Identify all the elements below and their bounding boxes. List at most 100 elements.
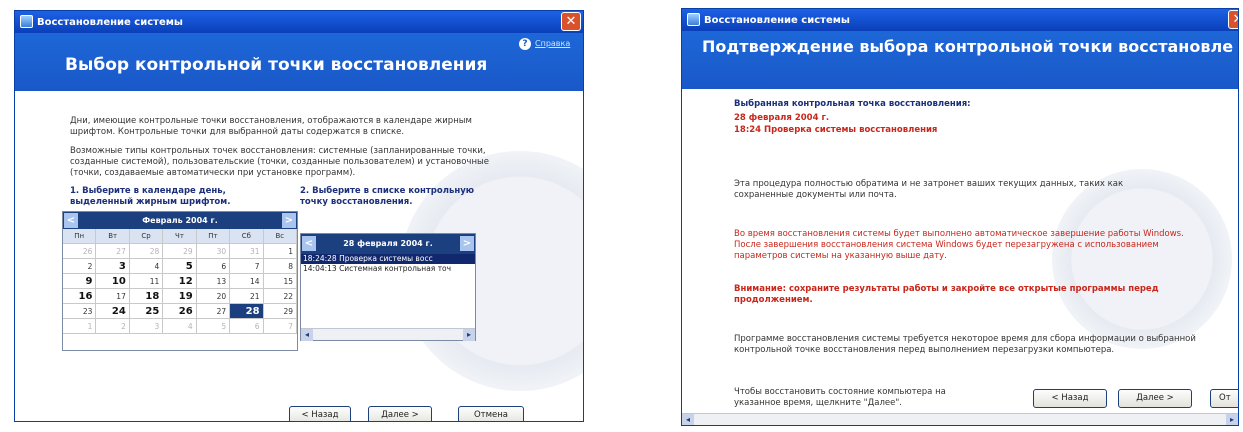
calendar-day[interactable]: 15 bbox=[263, 274, 297, 289]
calendar-day[interactable]: 20 bbox=[196, 289, 231, 304]
next-day-arrow-icon[interactable]: > bbox=[460, 236, 474, 251]
system-restore-icon bbox=[687, 13, 700, 26]
calendar-day[interactable]: 7 bbox=[230, 259, 264, 274]
calendar-month: Февраль 2004 г. bbox=[142, 216, 218, 225]
step2-label: 2. Выберите в списке контрольную точку в… bbox=[300, 186, 475, 207]
calendar-day[interactable]: 6 bbox=[230, 319, 264, 334]
restore-point-selection-window: Восстановление системы ✕ Выбор контрольн… bbox=[14, 10, 584, 422]
help-icon[interactable]: ? bbox=[519, 38, 531, 50]
wizard-header: Подтверждение выбора контрольной точки в… bbox=[682, 31, 1238, 89]
calendar-day[interactable]: 7 bbox=[263, 319, 297, 334]
calendar-day[interactable]: 9 bbox=[63, 274, 97, 289]
prev-month-arrow-icon[interactable]: < bbox=[64, 213, 78, 228]
calendar-days: 26 27 28 29 30 31 1 2 3 4 5 6 7 8 9 10 1… bbox=[63, 244, 297, 334]
restore-calendar: < Февраль 2004 г. > Пн Вт Ср Чт Пт Сб Вс… bbox=[62, 211, 298, 351]
scroll-left-arrow-icon[interactable]: ◂ bbox=[301, 329, 313, 341]
selected-point-label: Выбранная контрольная точка восстановлен… bbox=[734, 99, 971, 109]
weekday: Вс bbox=[263, 229, 297, 244]
title-bar: Восстановление системы bbox=[682, 9, 1238, 31]
weekday: Вт bbox=[96, 229, 130, 244]
calendar-day[interactable]: 27 bbox=[96, 244, 130, 259]
horizontal-scrollbar[interactable]: ◂ ▸ bbox=[301, 328, 475, 341]
page-heading: Выбор контрольной точки восстановления bbox=[65, 55, 488, 75]
weekday: Пн bbox=[63, 229, 97, 244]
scroll-right-arrow-icon[interactable]: ▸ bbox=[463, 329, 475, 341]
calendar-day[interactable]: 1 bbox=[263, 244, 297, 259]
list-date: 28 февраля 2004 г. bbox=[343, 239, 433, 248]
calendar-day[interactable]: 22 bbox=[263, 289, 297, 304]
weekday: Пт bbox=[196, 229, 231, 244]
cancel-button[interactable]: От bbox=[1210, 389, 1238, 408]
calendar-day[interactable]: 14 bbox=[230, 274, 264, 289]
restore-confirmation-window: Восстановление системы ✕ Подтверждение в… bbox=[681, 8, 1239, 426]
calendar-day[interactable]: 23 bbox=[63, 304, 97, 319]
window-title: Восстановление системы bbox=[704, 14, 850, 26]
cancel-button[interactable]: Отмена bbox=[458, 406, 524, 421]
back-button[interactable]: < Назад bbox=[1033, 389, 1107, 408]
weekday: Сб bbox=[230, 229, 264, 244]
calendar-day[interactable]: 11 bbox=[129, 274, 164, 289]
restore-point-item[interactable]: 18:24:28 Проверка системы восс bbox=[301, 254, 475, 264]
time-note: Программе восстановления системы требует… bbox=[734, 334, 1196, 355]
system-restore-icon bbox=[20, 15, 33, 28]
warning-note: Внимание: сохраните результаты работы и … bbox=[734, 284, 1159, 305]
step1-label: 1. Выберите в календаре день, выделенный… bbox=[70, 186, 231, 207]
calendar-day[interactable]: 3 bbox=[96, 259, 130, 274]
calendar-day[interactable]: 26 bbox=[63, 244, 97, 259]
next-button[interactable]: Далее > bbox=[1118, 389, 1192, 408]
calendar-day[interactable]: 12 bbox=[163, 274, 197, 289]
calendar-weekdays: Пн Вт Ср Чт Пт Сб Вс bbox=[63, 229, 297, 244]
restore-point-item[interactable]: 14:04:13 Системная контрольная точ bbox=[301, 264, 475, 274]
calendar-day[interactable]: 4 bbox=[129, 259, 164, 274]
calendar-day[interactable]: 4 bbox=[163, 319, 197, 334]
calendar-day[interactable]: 29 bbox=[263, 304, 297, 319]
calendar-day[interactable]: 21 bbox=[230, 289, 264, 304]
calendar-day[interactable]: 26 bbox=[163, 304, 197, 319]
calendar-day[interactable]: 30 bbox=[196, 244, 231, 259]
calendar-day[interactable]: 16 bbox=[63, 289, 97, 304]
calendar-day[interactable]: 3 bbox=[129, 319, 164, 334]
calendar-day[interactable]: 6 bbox=[196, 259, 231, 274]
calendar-day[interactable]: 2 bbox=[96, 319, 130, 334]
help-link[interactable]: Справка bbox=[535, 39, 570, 48]
wizard-header: Выбор контрольной точки восстановления ?… bbox=[15, 33, 583, 91]
title-bar: Восстановление системы bbox=[15, 11, 583, 33]
calendar-day[interactable]: 19 bbox=[163, 289, 197, 304]
weekday: Чт bbox=[163, 229, 197, 244]
restore-point-list[interactable]: < 28 февраля 2004 г. > 18:24:28 Проверка… bbox=[300, 233, 476, 341]
back-button[interactable]: < Назад bbox=[289, 406, 351, 421]
next-button[interactable]: Далее > bbox=[368, 406, 432, 421]
calendar-day-selected[interactable]: 28 bbox=[230, 304, 264, 319]
restart-note: Во время восстановления системы будет вы… bbox=[734, 229, 1184, 261]
types-paragraph: Возможные типы контрольных точек восстан… bbox=[70, 146, 489, 178]
calendar-day[interactable]: 31 bbox=[230, 244, 264, 259]
wizard-body: Выбранная контрольная точка восстановлен… bbox=[682, 89, 1238, 425]
calendar-day[interactable]: 18 bbox=[129, 289, 164, 304]
scroll-left-arrow-icon[interactable]: ◂ bbox=[682, 414, 694, 425]
prev-day-arrow-icon[interactable]: < bbox=[302, 236, 316, 251]
calendar-day[interactable]: 28 bbox=[129, 244, 164, 259]
close-button[interactable]: ✕ bbox=[561, 12, 581, 31]
calendar-day[interactable]: 1 bbox=[63, 319, 97, 334]
calendar-day[interactable]: 29 bbox=[163, 244, 197, 259]
next-month-arrow-icon[interactable]: > bbox=[282, 213, 296, 228]
calendar-day[interactable]: 24 bbox=[96, 304, 130, 319]
calendar-day[interactable]: 5 bbox=[163, 259, 197, 274]
calendar-day[interactable]: 8 bbox=[263, 259, 297, 274]
window-title: Восстановление системы bbox=[37, 16, 183, 28]
close-button[interactable]: ✕ bbox=[1228, 10, 1238, 29]
wizard-body: Дни, имеющие контрольные точки восстанов… bbox=[15, 91, 583, 421]
calendar-day[interactable]: 27 bbox=[196, 304, 231, 319]
calendar-day[interactable]: 13 bbox=[196, 274, 231, 289]
calendar-day[interactable]: 5 bbox=[196, 319, 231, 334]
weekday: Ср bbox=[129, 229, 164, 244]
calendar-day[interactable]: 25 bbox=[129, 304, 164, 319]
scroll-right-arrow-icon[interactable]: ▸ bbox=[1226, 414, 1238, 425]
reversible-note: Эта процедура полностью обратима и не за… bbox=[734, 179, 1124, 200]
calendar-header: < Февраль 2004 г. > bbox=[63, 212, 297, 229]
selected-point: 18:24 Проверка системы восстановления bbox=[734, 125, 938, 135]
calendar-day[interactable]: 2 bbox=[63, 259, 97, 274]
calendar-day[interactable]: 17 bbox=[96, 289, 130, 304]
calendar-day[interactable]: 10 bbox=[96, 274, 130, 289]
horizontal-scrollbar[interactable]: ◂ ▸ bbox=[682, 413, 1238, 425]
